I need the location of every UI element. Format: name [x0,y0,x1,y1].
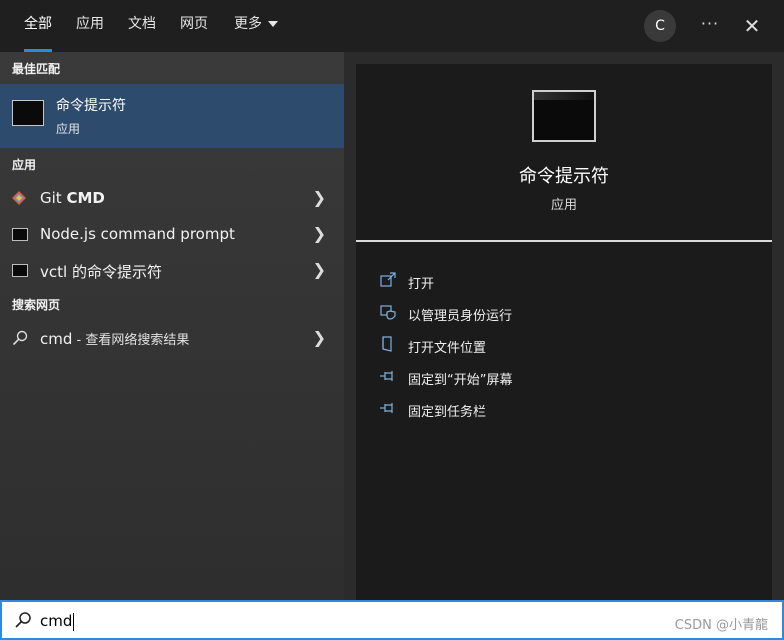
open-icon [380,272,396,287]
avatar[interactable]: C [644,10,676,42]
chevron-right-icon[interactable]: ❯ [313,224,326,243]
web-header: 搜索网页 [12,298,61,312]
app-item-nodejs[interactable]: Node.js command prompt ❯ [0,216,344,252]
terminal-icon [12,264,28,277]
app-name: Node.js command prompt [40,225,235,243]
web-query: cmd [40,330,73,348]
search-input[interactable]: cmd [40,612,75,631]
search-icon [12,330,28,346]
terminal-icon [12,100,44,126]
best-match-item[interactable]: 命令提示符 应用 [0,84,344,148]
action-label: 固定到“开始”屏幕 [408,373,513,388]
search-box[interactable]: cmd CSDN @小青龍 [0,600,784,640]
detail-panel: 命令提示符 应用 打开 以管理员身份运行 打开文件位置 固定到“开始”屏幕 固定… [356,64,772,600]
shield-icon [380,305,396,320]
action-label: 打开 [408,277,435,292]
app-name-bold: CMD [66,189,105,207]
detail-subtitle: 应用 [550,198,577,213]
action-run-as-admin[interactable]: 以管理员身份运行 [380,302,760,326]
web-search-item[interactable]: cmd - 查看网络搜索结果 ❯ [0,320,344,356]
tab-label: 文档 [128,16,156,32]
tab-documents[interactable]: 文档 [128,0,156,52]
action-label: 以管理员身份运行 [408,309,513,324]
pin-icon [380,371,393,381]
chevron-down-icon [268,21,278,27]
top-bar: 全部 应用 文档 网页 更多 C ··· ✕ [0,0,784,52]
tab-label: 全部 [24,16,52,32]
tab-web[interactable]: 网页 [180,0,208,52]
tab-label: 应用 [76,16,104,32]
tab-label: 更多 [234,16,262,32]
apps-header: 应用 [12,158,37,172]
search-icon [15,612,31,628]
chevron-right-icon[interactable]: ❯ [313,328,326,347]
git-icon [12,191,26,205]
action-pin-to-start[interactable]: 固定到“开始”屏幕 [380,366,760,390]
tab-all[interactable]: 全部 [24,0,52,52]
results-pane: 最佳匹配 命令提示符 应用 应用 Git CMD ❯ Node.js comma… [0,52,344,600]
detail-title: 命令提示符 [519,166,609,187]
tab-more[interactable]: 更多 [234,0,278,52]
app-name: Git [40,189,67,207]
app-name: vctl 的命令提示符 [40,263,162,281]
detail-pane: 命令提示符 应用 打开 以管理员身份运行 打开文件位置 固定到“开始”屏幕 固定… [344,52,784,600]
terminal-icon [532,90,596,142]
action-label: 固定到任务栏 [408,405,487,420]
close-button[interactable]: ✕ [740,10,764,42]
search-value: cmd [40,612,73,630]
terminal-icon [12,228,28,241]
text-cursor [73,612,75,631]
web-suffix: - 查看网络搜索结果 [72,333,190,348]
divider [356,240,772,242]
folder-icon [382,336,392,352]
more-options-button[interactable]: ··· [698,10,722,42]
action-label: 打开文件位置 [408,341,487,356]
tab-apps[interactable]: 应用 [76,0,104,52]
app-item-vctl[interactable]: vctl 的命令提示符 ❯ [0,252,344,288]
pin-icon [380,403,393,413]
chevron-right-icon[interactable]: ❯ [313,188,326,207]
action-open[interactable]: 打开 [380,270,760,294]
watermark: CSDN @小青龍 [674,618,768,633]
best-match-title: 命令提示符 [56,98,126,114]
chevron-right-icon[interactable]: ❯ [313,260,326,279]
action-pin-to-taskbar[interactable]: 固定到任务栏 [380,398,760,422]
best-match-subtitle: 应用 [56,122,81,136]
action-open-file-location[interactable]: 打开文件位置 [380,334,760,358]
app-item-git-cmd[interactable]: Git CMD ❯ [0,180,344,216]
tab-label: 网页 [180,16,208,32]
best-match-header: 最佳匹配 [12,62,61,76]
